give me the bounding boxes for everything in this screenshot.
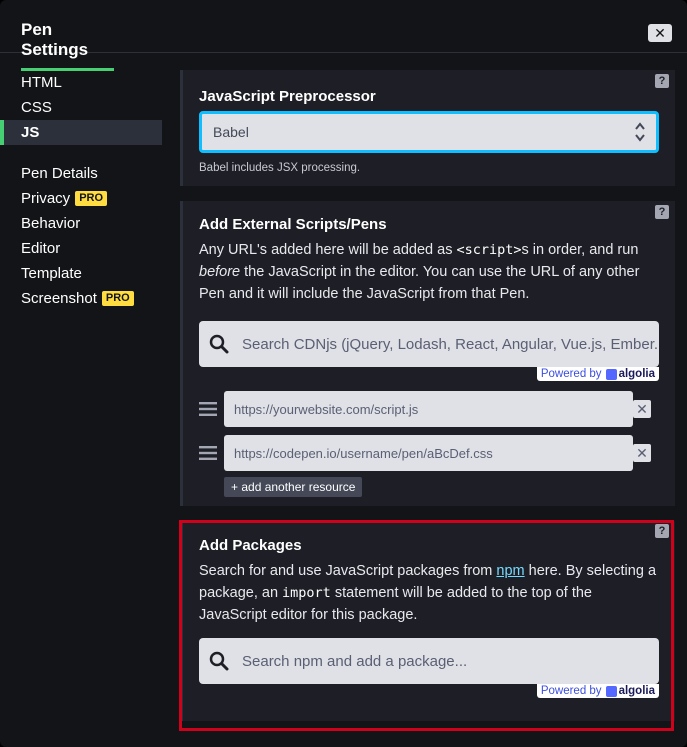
- add-packages-description: Search for and use JavaScript packages f…: [199, 563, 657, 623]
- cdnjs-search[interactable]: [199, 321, 659, 367]
- close-button[interactable]: ✕: [648, 24, 672, 42]
- select-arrows-icon: [635, 122, 645, 142]
- help-icon[interactable]: ?: [655, 205, 669, 219]
- algolia-logo-icon: [605, 368, 617, 380]
- pen-settings-modal: Pen Settings ✕ HTML CSS JS Pen Details P…: [0, 0, 687, 747]
- resource-row: ✕: [199, 391, 659, 427]
- powered-by-algolia: Powered by algolia: [199, 684, 659, 698]
- modal-title: Pen Settings: [21, 20, 114, 71]
- drag-handle-icon[interactable]: [199, 401, 217, 417]
- sidebar-item-template[interactable]: Template: [0, 261, 162, 286]
- settings-sidebar: HTML CSS JS Pen Details Privacy PRO Behav…: [0, 70, 162, 311]
- npm-link[interactable]: npm: [496, 563, 524, 579]
- help-icon[interactable]: ?: [655, 524, 669, 538]
- external-scripts-section: ? Add External Scripts/Pens Any URL's ad…: [180, 201, 675, 506]
- external-scripts-description: Any URL's added here will be added as <s…: [199, 242, 640, 302]
- add-packages-title: Add Packages: [199, 537, 302, 554]
- powered-by-algolia: Powered by algolia: [199, 367, 659, 381]
- resource-row: ✕: [199, 435, 659, 471]
- sidebar-item-behavior[interactable]: Behavior: [0, 211, 162, 236]
- sidebar-item-label: Privacy: [21, 190, 71, 207]
- close-icon: ✕: [654, 24, 666, 41]
- resource-url-input[interactable]: [224, 391, 633, 427]
- algolia-logo-icon: [605, 685, 617, 697]
- search-icon: [209, 334, 229, 354]
- modal-header: Pen Settings ✕: [0, 0, 687, 71]
- sidebar-item-privacy[interactable]: Privacy PRO: [0, 186, 162, 211]
- preprocessor-note: Babel includes JSX processing.: [199, 162, 361, 174]
- add-resource-button[interactable]: + add another resource: [224, 477, 363, 497]
- npm-search-input[interactable]: [242, 638, 659, 684]
- sidebar-item-js[interactable]: JS: [0, 120, 162, 145]
- pro-badge: PRO: [75, 191, 108, 206]
- search-icon: [209, 651, 229, 671]
- remove-resource-button[interactable]: ✕: [633, 400, 651, 418]
- sidebar-item-screenshot[interactable]: Screenshot PRO: [0, 286, 162, 311]
- settings-main: ? JavaScript Preprocessor Babel Babel in…: [180, 70, 675, 721]
- add-packages-section: ? Add Packages Search for and use JavaSc…: [180, 521, 675, 721]
- sidebar-item-label: Screenshot: [21, 290, 97, 307]
- preprocessor-section: ? JavaScript Preprocessor Babel Babel in…: [180, 70, 675, 186]
- drag-handle-icon[interactable]: [199, 445, 217, 461]
- npm-search[interactable]: [199, 638, 659, 684]
- sidebar-item-editor[interactable]: Editor: [0, 236, 162, 261]
- sidebar-item-html[interactable]: HTML: [0, 70, 162, 95]
- pro-badge: PRO: [101, 291, 134, 306]
- external-scripts-title: Add External Scripts/Pens: [199, 216, 387, 233]
- preprocessor-selected-value: Babel: [213, 124, 249, 140]
- resource-url-input[interactable]: [224, 435, 633, 471]
- cdnjs-search-input[interactable]: [242, 321, 659, 367]
- remove-resource-button[interactable]: ✕: [633, 444, 651, 462]
- help-icon[interactable]: ?: [655, 74, 669, 88]
- preprocessor-title: JavaScript Preprocessor: [199, 88, 376, 105]
- sidebar-item-css[interactable]: CSS: [0, 95, 162, 120]
- preprocessor-select[interactable]: Babel: [199, 111, 659, 153]
- sidebar-item-pen-details[interactable]: Pen Details: [0, 161, 162, 186]
